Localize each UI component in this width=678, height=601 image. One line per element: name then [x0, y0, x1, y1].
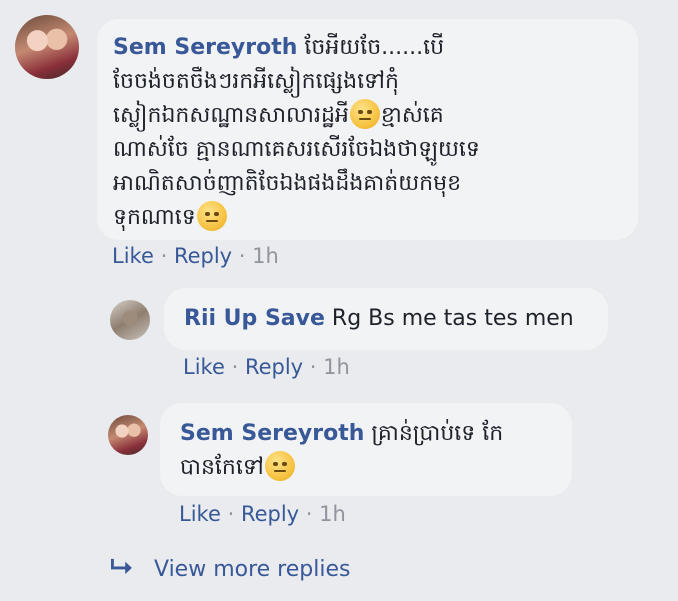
- comment-2-author[interactable]: Rii Up Save: [184, 306, 325, 331]
- timestamp[interactable]: 1h: [323, 355, 350, 379]
- comment-1-line-5: អាណិតសាច់ញាតិចែឯងផងដឹងគាត់យកមុខ: [113, 171, 462, 196]
- comment-bubble-3: Sem Sereyroth គ្រាន់ប្រាប់ទេ កែ បានកែទៅ: [160, 403, 572, 496]
- comment-1-line-2: ចែចង់ចតចឺងៗរកអីស្លៀកផ្សេងទៅកុំ: [113, 69, 399, 94]
- like-link[interactable]: Like: [183, 355, 225, 379]
- comment-1-actions: Like · Reply · 1h: [112, 244, 279, 268]
- like-link[interactable]: Like: [112, 244, 154, 268]
- neutral-face-emoji-icon: [264, 451, 295, 481]
- view-more-replies-link[interactable]: View more replies: [110, 557, 350, 582]
- reply-arrow-icon: [110, 557, 134, 582]
- separator: ·: [160, 244, 168, 268]
- timestamp[interactable]: 1h: [252, 244, 279, 268]
- separator: ·: [305, 502, 313, 526]
- comment-1-line-3: ស្លៀកឯកសណ្ឋានសាលារដ្ឋអី: [113, 103, 349, 128]
- separator: ·: [231, 355, 239, 379]
- reply-link[interactable]: Reply: [241, 502, 299, 526]
- comment-2-actions: Like · Reply · 1h: [183, 355, 350, 379]
- separator: ·: [309, 355, 317, 379]
- comment-2-body: Rii Up Save Rg Bs me tas tes men: [184, 302, 588, 336]
- avatar-rii-up-save[interactable]: [110, 300, 150, 340]
- timestamp[interactable]: 1h: [319, 502, 346, 526]
- view-more-replies-label[interactable]: View more replies: [154, 557, 350, 582]
- like-link[interactable]: Like: [179, 502, 221, 526]
- comment-3-line-2: បានកែទៅ: [180, 455, 264, 480]
- comment-1-line-4: ណាស់ចែ គ្មានណាគេសរសើរចែឯងថាឡូយទេ: [113, 137, 480, 162]
- separator: ·: [238, 244, 246, 268]
- comment-1-line-1: ចែអីយចែ......បើ: [304, 35, 445, 60]
- comment-2-text: Rg Bs me tas tes men: [331, 306, 574, 331]
- comment-1-body: Sem Sereyroth ចែអីយចែ......បើ ចែចង់ចតចឺង…: [113, 31, 622, 235]
- comment-3-body: Sem Sereyroth គ្រាន់ប្រាប់ទេ កែ បានកែទៅ: [180, 417, 552, 485]
- reply-link[interactable]: Reply: [174, 244, 232, 268]
- avatar-sem-sereyroth[interactable]: [108, 415, 148, 455]
- comment-1-author[interactable]: Sem Sereyroth: [113, 35, 297, 60]
- comment-1-line-6: ទុកណាទេ: [113, 205, 196, 230]
- neutral-face-emoji-icon: [349, 99, 380, 129]
- comment-1-line-3-tail: ខ្មាស់គេ: [380, 103, 444, 128]
- comment-bubble-1: Sem Sereyroth ចែអីយចែ......បើ ចែចង់ចតចឺង…: [97, 19, 638, 240]
- comment-3-line-1: គ្រាន់ប្រាប់ទេ កែ: [371, 421, 504, 446]
- neutral-face-emoji-icon: [196, 201, 227, 231]
- avatar-sem-sereyroth[interactable]: [15, 15, 79, 79]
- separator: ·: [227, 502, 235, 526]
- comment-bubble-2: Rii Up Save Rg Bs me tas tes men: [164, 288, 608, 350]
- comment-3-actions: Like · Reply · 1h: [179, 502, 346, 526]
- comment-3-author[interactable]: Sem Sereyroth: [180, 421, 364, 446]
- reply-link[interactable]: Reply: [245, 355, 303, 379]
